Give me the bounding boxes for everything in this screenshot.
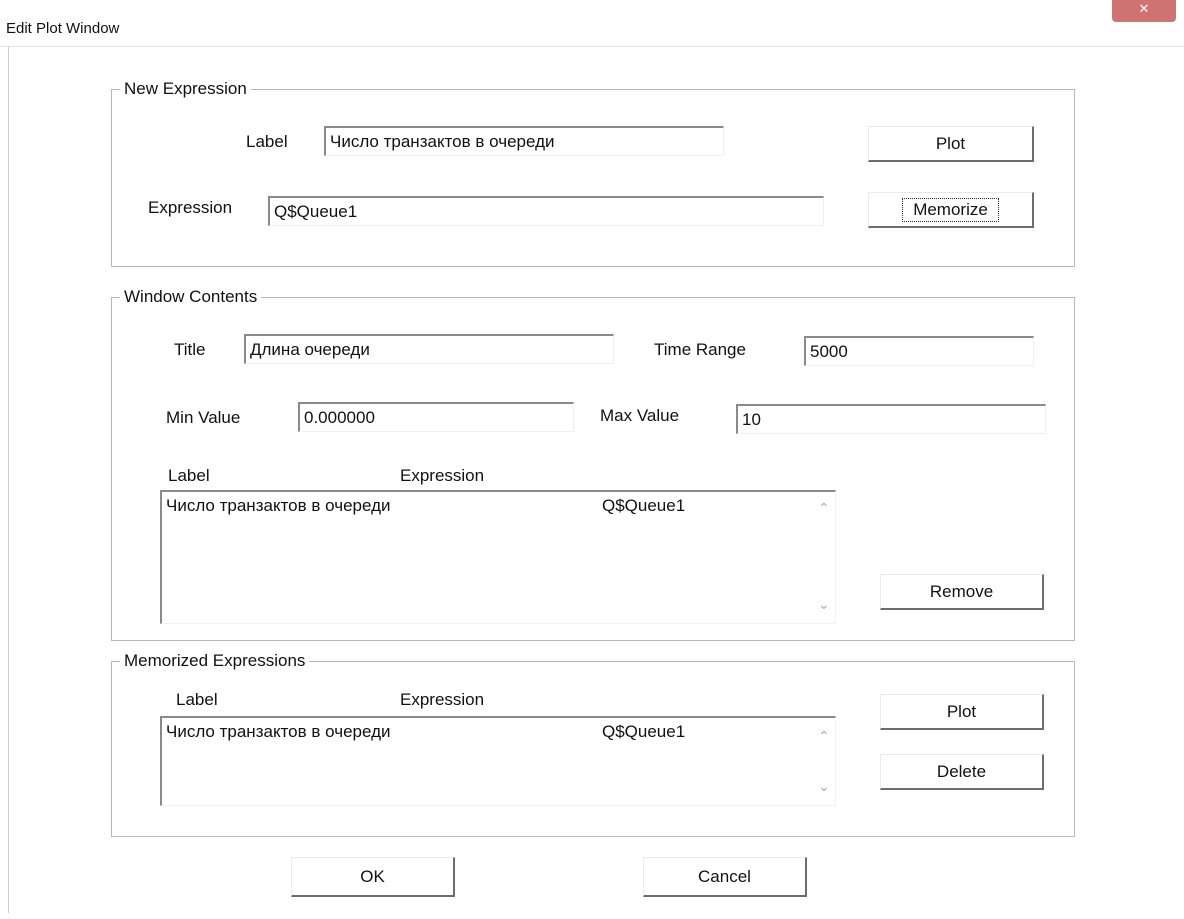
memorized-header-expression: Expression <box>400 690 485 709</box>
memorize-button[interactable]: Memorize <box>868 192 1034 228</box>
new-expression-group: New Expression Label Число транзактов в … <box>111 79 1075 267</box>
dialog-client-area: New Expression Label Число транзактов в … <box>8 47 1177 913</box>
memorized-plot-button-label: Plot <box>946 702 977 721</box>
list-item-label: Число транзактов в очереди <box>166 496 391 515</box>
list-item[interactable]: Число транзактов в очереди Q$Queue1 <box>166 496 685 516</box>
title-caption: Title <box>174 340 206 359</box>
contents-list[interactable]: Число транзактов в очереди Q$Queue1 ⌃ ⌄ <box>160 490 836 624</box>
ok-button[interactable]: OK <box>291 857 455 897</box>
delete-button[interactable]: Delete <box>880 754 1044 790</box>
scroll-down-icon[interactable]: ⌄ <box>818 778 830 795</box>
memorized-header-label: Label <box>176 690 218 709</box>
memorized-plot-button[interactable]: Plot <box>880 694 1044 730</box>
min-value-input[interactable]: 0.000000 <box>298 402 574 432</box>
list-header-expression: Expression <box>400 466 485 485</box>
memorize-button-label: Memorize <box>902 198 999 222</box>
memorized-list[interactable]: Число транзактов в очереди Q$Queue1 ⌃ ⌄ <box>160 716 836 806</box>
min-value-caption: Min Value <box>166 408 241 427</box>
scroll-up-icon[interactable]: ⌃ <box>818 500 830 517</box>
window-title: Edit Plot Window <box>6 20 120 37</box>
list-item[interactable]: Число транзактов в очереди Q$Queue1 <box>166 722 685 742</box>
close-icon[interactable]: ✕ <box>1112 0 1176 22</box>
window-contents-group: Window Contents Title Длина очереди Time… <box>111 287 1075 641</box>
title-bar: Edit Plot Window ✕ <box>0 0 1184 47</box>
list-item-expression: Q$Queue1 <box>602 722 686 741</box>
max-value-caption: Max Value <box>600 406 680 425</box>
remove-button[interactable]: Remove <box>880 574 1044 610</box>
time-range-caption: Time Range <box>654 340 746 359</box>
title-input[interactable]: Длина очереди <box>244 334 614 364</box>
list-item-label: Число транзактов в очереди <box>166 722 391 741</box>
label-input[interactable]: Число транзактов в очереди <box>324 126 724 156</box>
plot-button[interactable]: Plot <box>868 126 1034 162</box>
expression-input[interactable]: Q$Queue1 <box>268 196 824 226</box>
ok-button-label: OK <box>360 867 385 886</box>
memorized-expressions-legend: Memorized Expressions <box>120 651 310 671</box>
max-value-input[interactable]: 10 <box>736 404 1046 434</box>
remove-button-label: Remove <box>929 582 994 601</box>
window-contents-legend: Window Contents <box>120 287 262 307</box>
memorized-expressions-group: Memorized Expressions Label Expression Ч… <box>111 651 1075 837</box>
label-caption: Label <box>246 132 288 151</box>
scroll-down-icon[interactable]: ⌄ <box>818 596 830 613</box>
delete-button-label: Delete <box>936 762 987 781</box>
list-header-label: Label <box>168 466 210 485</box>
scroll-up-icon[interactable]: ⌃ <box>818 728 830 745</box>
new-expression-legend: New Expression <box>120 79 251 99</box>
time-range-input[interactable]: 5000 <box>804 336 1034 366</box>
expression-caption: Expression <box>148 198 233 217</box>
cancel-button-label: Cancel <box>698 867 751 886</box>
cancel-button[interactable]: Cancel <box>643 857 807 897</box>
plot-button-label: Plot <box>935 134 966 153</box>
list-item-expression: Q$Queue1 <box>602 496 686 515</box>
